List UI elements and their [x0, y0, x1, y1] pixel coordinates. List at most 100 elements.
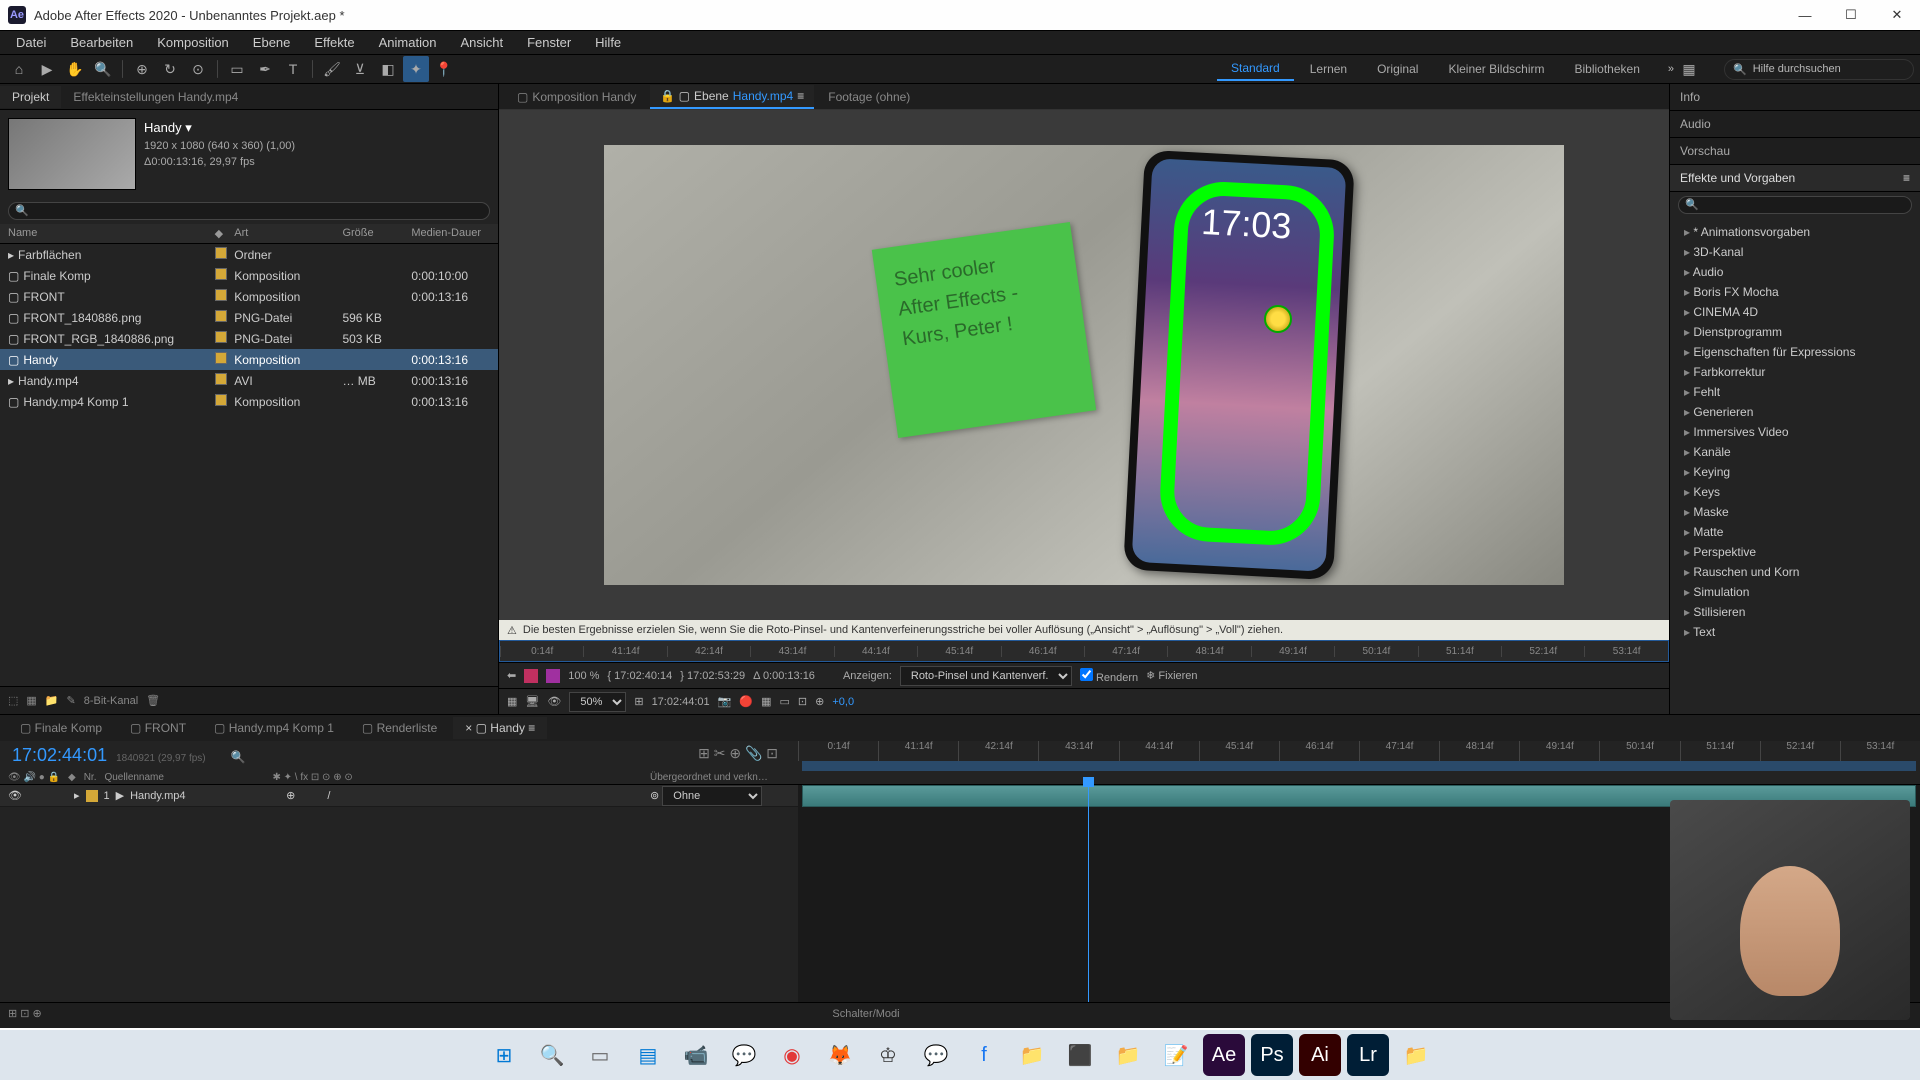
maximize-button[interactable]: ☐	[1828, 0, 1874, 30]
layer-row[interactable]: 👁 ▸ 1 ▶ Handy.mp4 ⊕ / ⊚ Ohne	[0, 785, 798, 807]
mini-tick[interactable]: 44:14f	[834, 646, 917, 657]
tl-icon-2[interactable]: ✂	[714, 745, 726, 761]
taskbar-app[interactable]: 📁	[1107, 1034, 1149, 1076]
project-item[interactable]: ▢Finale KompKomposition0:00:10:00	[0, 265, 498, 286]
taskbar-app[interactable]: ♔	[867, 1034, 909, 1076]
menu-ebene[interactable]: Ebene	[243, 32, 301, 53]
roto-in[interactable]: 17:02:40:14	[614, 670, 672, 682]
ruler-tick[interactable]: 53:14f	[1840, 741, 1920, 761]
roto-fg-icon[interactable]	[524, 669, 538, 683]
minimize-button[interactable]: —	[1782, 0, 1828, 30]
transparency-icon[interactable]: ⊡	[798, 695, 807, 708]
rect-tool[interactable]: ▭	[224, 56, 250, 82]
menu-effekte[interactable]: Effekte	[304, 32, 364, 53]
tl-icon-3[interactable]: ⊕	[729, 745, 741, 761]
roto-out[interactable]: 17:02:53:29	[687, 670, 745, 682]
tl-icon-1[interactable]: ⊞	[698, 745, 710, 761]
panel-menu-icon[interactable]: ≡	[1903, 171, 1910, 185]
roto-span-timeline[interactable]: 0:14f41:14f42:14f43:14f44:14f45:14f46:14…	[499, 640, 1669, 662]
project-item[interactable]: ▢FRONT_RGB_1840886.pngPNG-Datei503 KB	[0, 328, 498, 349]
mini-tick[interactable]: 0:14f	[500, 646, 583, 657]
ruler-tick[interactable]: 48:14f	[1439, 741, 1519, 761]
preset-category[interactable]: Dienstprogramm	[1670, 322, 1920, 342]
taskbar-app[interactable]: 🔍	[531, 1034, 573, 1076]
preset-category[interactable]: Boris FX Mocha	[1670, 282, 1920, 302]
roto-show-select[interactable]: Roto-Pinsel und Kantenverf.	[900, 666, 1072, 686]
new-comp-icon[interactable]: ▦	[26, 694, 36, 707]
mini-tick[interactable]: 46:14f	[1001, 646, 1084, 657]
zoom-tool[interactable]: 🔍	[90, 56, 116, 82]
mask-toggle-icon[interactable]: 👁	[547, 695, 561, 708]
display-icon[interactable]: 🖥	[525, 695, 539, 708]
project-search-input[interactable]	[8, 202, 490, 220]
ruler-tick[interactable]: 45:14f	[1199, 741, 1279, 761]
channel-icon[interactable]: 🔴	[739, 695, 753, 708]
roto-render-check[interactable]: Rendern	[1080, 668, 1138, 684]
preset-category[interactable]: Keys	[1670, 482, 1920, 502]
ruler-tick[interactable]: 0:14f	[798, 741, 878, 761]
mini-tick[interactable]: 48:14f	[1167, 646, 1250, 657]
project-item[interactable]: ▸Handy.mp4AVI… MB0:00:13:16	[0, 370, 498, 391]
switches-modes-toggle[interactable]: Schalter/Modi	[832, 1008, 899, 1020]
col-label-icon[interactable]: ◆	[215, 227, 235, 240]
new-folder-icon[interactable]: 📁	[45, 694, 59, 707]
workspace-lernen[interactable]: Lernen	[1296, 58, 1361, 80]
parent-select[interactable]: Ohne	[662, 786, 762, 806]
preset-category[interactable]: Fehlt	[1670, 382, 1920, 402]
snapshot-icon[interactable]: 📷	[718, 695, 732, 708]
mini-tick[interactable]: 47:14f	[1084, 646, 1167, 657]
work-area-bar[interactable]	[802, 761, 1916, 771]
selection-tool[interactable]: ▶	[34, 56, 60, 82]
preset-category[interactable]: Rauschen und Korn	[1670, 562, 1920, 582]
timeline-tab[interactable]: × ▢ Handy ≡	[453, 717, 547, 739]
tl-toggle-icon[interactable]: ⊞ ⊡ ⊕	[8, 1007, 42, 1020]
adjust-icon[interactable]: ✎	[67, 694, 76, 707]
taskbar-app[interactable]: ▤	[627, 1034, 669, 1076]
workspace-standard[interactable]: Standard	[1217, 57, 1294, 81]
tab-footage[interactable]: Footage (ohne)	[818, 86, 920, 108]
col-type[interactable]: Art	[234, 227, 342, 240]
menu-ansicht[interactable]: Ansicht	[450, 32, 513, 53]
preset-category[interactable]: CINEMA 4D	[1670, 302, 1920, 322]
timeline-tab[interactable]: ▢ Finale Komp	[8, 717, 114, 739]
roto-prev-icon[interactable]: ⬅	[507, 669, 516, 682]
parent-pickwhip-icon[interactable]: ⊚	[650, 790, 659, 802]
preset-category[interactable]: Stilisieren	[1670, 602, 1920, 622]
tab-effect-controls[interactable]: Effekteinstellungen Handy.mp4	[61, 86, 250, 108]
preset-category[interactable]: Farbkorrektur	[1670, 362, 1920, 382]
rotate-tool[interactable]: ↻	[157, 56, 183, 82]
ruler-tick[interactable]: 41:14f	[878, 741, 958, 761]
bit-depth[interactable]: 8-Bit-Kanal	[84, 695, 138, 707]
home-icon[interactable]: ⌂	[6, 56, 32, 82]
tab-layer[interactable]: 🔒 ▢ Ebene Handy.mp4 ≡	[650, 85, 814, 109]
playhead[interactable]	[1088, 785, 1089, 1002]
taskbar-app[interactable]: 📁	[1011, 1034, 1053, 1076]
mini-tick[interactable]: 42:14f	[667, 646, 750, 657]
panel-preview[interactable]: Vorschau	[1670, 138, 1920, 165]
taskbar-app[interactable]: 💬	[723, 1034, 765, 1076]
trash-icon[interactable]: 🗑	[146, 694, 160, 707]
taskbar-app[interactable]: ⊞	[483, 1034, 525, 1076]
mini-tick[interactable]: 43:14f	[750, 646, 833, 657]
timeline-timecode[interactable]: 17:02:44:01	[12, 745, 107, 765]
col-size[interactable]: Größe	[342, 227, 411, 240]
panel-toggle-icon[interactable]: ▦	[1676, 56, 1702, 82]
visibility-icon[interactable]: 👁	[8, 789, 22, 802]
mini-tick[interactable]: 50:14f	[1334, 646, 1417, 657]
taskbar-app[interactable]: ⬛	[1059, 1034, 1101, 1076]
ruler-tick[interactable]: 43:14f	[1038, 741, 1118, 761]
preset-category[interactable]: Eigenschaften für Expressions	[1670, 342, 1920, 362]
help-search[interactable]: 🔍 Hilfe durchsuchen	[1724, 59, 1914, 80]
comp-name[interactable]: Handy ▾	[144, 118, 295, 138]
taskbar-app[interactable]: Lr	[1347, 1034, 1389, 1076]
preset-category[interactable]: * Animationsvorgaben	[1670, 222, 1920, 242]
ruler-tick[interactable]: 46:14f	[1279, 741, 1359, 761]
preset-category[interactable]: Matte	[1670, 522, 1920, 542]
project-item[interactable]: ▢HandyKomposition0:00:13:16	[0, 349, 498, 370]
project-item[interactable]: ▢FRONTKomposition0:00:13:16	[0, 286, 498, 307]
menu-datei[interactable]: Datei	[6, 32, 56, 53]
ruler-tick[interactable]: 42:14f	[958, 741, 1038, 761]
preset-category[interactable]: Generieren	[1670, 402, 1920, 422]
col-duration[interactable]: Medien-Dauer	[411, 227, 490, 240]
timecode-icon[interactable]: ⊕	[815, 695, 824, 708]
